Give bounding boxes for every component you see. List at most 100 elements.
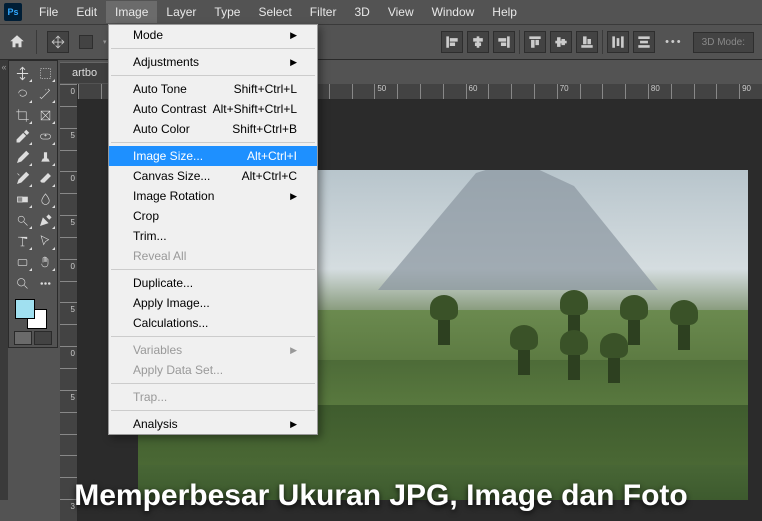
menu-shortcut: Shift+Ctrl+B: [232, 122, 297, 136]
menu-shortcut: Shift+Ctrl+L: [234, 82, 297, 96]
blur-tool[interactable]: [34, 189, 56, 209]
menu-item-canvas-size[interactable]: Canvas Size... Alt+Ctrl+C: [109, 166, 317, 186]
menu-item-crop[interactable]: Crop: [109, 206, 317, 226]
menu-item-label: Crop: [133, 209, 159, 223]
menu-item-label: Auto Color: [133, 122, 190, 136]
menu-separator: [111, 75, 315, 76]
menu-3d[interactable]: 3D: [345, 1, 378, 23]
lasso-tool[interactable]: [11, 84, 33, 104]
move-tool-indicator-icon[interactable]: [47, 31, 69, 53]
eraser-tool[interactable]: [34, 168, 56, 188]
menu-window[interactable]: Window: [423, 1, 484, 23]
menu-item-image-rotation[interactable]: Image Rotation ▶: [109, 186, 317, 206]
menu-item-variables: Variables▶: [109, 340, 317, 360]
document-tab-bar: artbo: [60, 60, 109, 84]
menu-shortcut: Alt+Ctrl+I: [247, 149, 297, 163]
menu-item-label: Image Rotation: [133, 189, 214, 203]
gradient-tool[interactable]: [11, 189, 33, 209]
separator: [519, 30, 520, 54]
menu-image[interactable]: Image: [106, 1, 157, 23]
menu-item-label: Analysis: [133, 417, 178, 431]
menu-separator: [111, 142, 315, 143]
more-options-icon[interactable]: •••: [659, 36, 689, 48]
menu-item-analysis[interactable]: Analysis ▶: [109, 414, 317, 434]
type-tool[interactable]: [11, 231, 33, 251]
menu-shortcut: Alt+Ctrl+C: [242, 169, 297, 183]
menu-select[interactable]: Select: [249, 1, 300, 23]
menu-layer[interactable]: Layer: [157, 1, 205, 23]
menu-item-image-size[interactable]: Image Size... Alt+Ctrl+I: [109, 146, 317, 166]
menu-item-calculations[interactable]: Calculations...: [109, 313, 317, 333]
dodge-tool[interactable]: [11, 210, 33, 230]
magic-wand-tool[interactable]: [34, 84, 56, 104]
foreground-color[interactable]: [15, 299, 35, 319]
submenu-arrow-icon: ▶: [290, 57, 297, 68]
align-left-icon[interactable]: [441, 31, 463, 53]
menu-item-label: Reveal All: [133, 249, 186, 263]
menu-item-label: Canvas Size...: [133, 169, 210, 183]
menu-file[interactable]: File: [30, 1, 67, 23]
rectangle-tool[interactable]: [11, 252, 33, 272]
menu-help[interactable]: Help: [483, 1, 526, 23]
menu-item-trim[interactable]: Trim...: [109, 226, 317, 246]
submenu-arrow-icon: ▶: [290, 30, 297, 41]
photoshop-logo-icon: Ps: [4, 3, 22, 21]
submenu-arrow-icon: ▶: [290, 419, 297, 430]
image-menu-dropdown: Mode▶Adjustments▶Auto ToneShift+Ctrl+LAu…: [108, 24, 318, 435]
menu-item-label: Auto Contrast: [133, 102, 206, 116]
home-icon[interactable]: [8, 33, 26, 51]
clone-stamp-tool[interactable]: [34, 147, 56, 167]
auto-select-checkbox[interactable]: [79, 35, 93, 49]
menu-item-apply-image[interactable]: Apply Image...: [109, 293, 317, 313]
distribute-v-icon[interactable]: [633, 31, 655, 53]
path-selection-tool[interactable]: [34, 231, 56, 251]
menu-edit[interactable]: Edit: [67, 1, 106, 23]
healing-brush-tool[interactable]: [34, 126, 56, 146]
menu-item-duplicate[interactable]: Duplicate...: [109, 273, 317, 293]
menu-item-auto-tone[interactable]: Auto ToneShift+Ctrl+L: [109, 79, 317, 99]
align-center-h-icon[interactable]: [467, 31, 489, 53]
menu-item-adjustments[interactable]: Adjustments▶: [109, 52, 317, 72]
menu-item-reveal-all: Reveal All: [109, 246, 317, 266]
menu-item-auto-color[interactable]: Auto Color Shift+Ctrl+B: [109, 119, 317, 139]
align-bottom-icon[interactable]: [576, 31, 598, 53]
menu-view[interactable]: View: [379, 1, 423, 23]
color-swatches[interactable]: [11, 297, 55, 329]
menu-item-label: Apply Image...: [133, 296, 210, 310]
frame-tool[interactable]: [34, 105, 56, 125]
auto-select-label: ▾: [103, 38, 107, 46]
align-center-v-icon[interactable]: [550, 31, 572, 53]
align-top-icon[interactable]: [524, 31, 546, 53]
menu-filter[interactable]: Filter: [301, 1, 346, 23]
menu-item-label: Apply Data Set...: [133, 363, 223, 377]
menu-item-apply-data-set: Apply Data Set...: [109, 360, 317, 380]
menu-type[interactable]: Type: [205, 1, 249, 23]
menu-item-mode[interactable]: Mode▶: [109, 25, 317, 45]
document-tab[interactable]: artbo: [60, 62, 109, 83]
menu-item-auto-contrast[interactable]: Auto Contrast Alt+Shift+Ctrl+L: [109, 99, 317, 119]
caption-text: Memperbesar Ukuran JPG, Image dan Foto: [0, 479, 762, 513]
menu-item-label: Duplicate...: [133, 276, 193, 290]
zoom-tool[interactable]: [11, 273, 33, 293]
crop-tool[interactable]: [11, 105, 33, 125]
eyedropper-tool[interactable]: [11, 126, 33, 146]
submenu-arrow-icon: ▶: [290, 191, 297, 202]
history-brush-tool[interactable]: [11, 168, 33, 188]
hand-tool[interactable]: [34, 252, 56, 272]
menu-separator: [111, 336, 315, 337]
panel-edge: «: [0, 60, 8, 500]
menu-shortcut: Alt+Shift+Ctrl+L: [213, 102, 297, 116]
move-tool[interactable]: [11, 63, 33, 83]
edit-toolbar[interactable]: [34, 273, 56, 293]
pen-tool[interactable]: [34, 210, 56, 230]
menu-item-label: Image Size...: [133, 149, 203, 163]
menu-item-trap: Trap...: [109, 387, 317, 407]
menu-item-label: Variables: [133, 343, 182, 357]
collapse-handle-icon[interactable]: «: [0, 60, 8, 72]
distribute-h-icon[interactable]: [607, 31, 629, 53]
marquee-tool[interactable]: [34, 63, 56, 83]
brush-tool[interactable]: [11, 147, 33, 167]
quick-mask-toggle[interactable]: [11, 331, 55, 345]
menu-item-label: Trim...: [133, 229, 167, 243]
align-right-icon[interactable]: [493, 31, 515, 53]
